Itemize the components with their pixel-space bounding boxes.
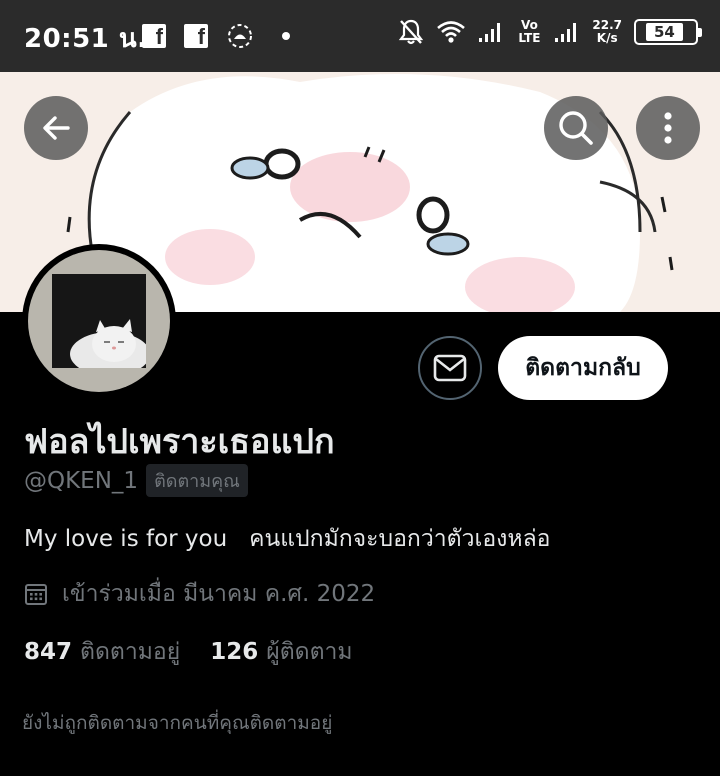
more-options-button[interactable] (636, 96, 700, 160)
app-notification-icon (228, 24, 252, 48)
handle: @QKEN_1 (24, 467, 139, 494)
network-type: Vo LTE (518, 18, 541, 45)
avatar-cat-photo (52, 274, 146, 368)
joined-date-row: เข้าร่วมเมื่อ มีนาคม ค.ศ. 2022 (24, 576, 375, 612)
bio: My love is for you คนแปกมักจะบอกว่าตัวเอ… (24, 526, 551, 552)
followers-label: ผู้ติดตาม (266, 639, 353, 665)
message-button[interactable] (418, 336, 482, 400)
battery-indicator: 54 (634, 19, 702, 45)
status-time: 20:51 น. (24, 24, 148, 54)
joined-date: เข้าร่วมเมื่อ มีนาคม ค.ศ. 2022 (62, 581, 376, 607)
status-bar: 20:51 น. f f Vo LTE 22.7 K/s 54 (0, 0, 720, 72)
follows-you-badge: ติดตามคุณ (146, 464, 248, 497)
signal-icon (479, 23, 501, 42)
facebook-icon: f (142, 24, 166, 49)
notification-icons: f f (142, 22, 290, 50)
followers-you-know-note: ยังไม่ถูกติดตามจากคนที่คุณติดตามอยู่ (22, 712, 333, 734)
back-button[interactable] (24, 96, 88, 160)
mute-notifications-icon (399, 19, 424, 45)
handle-row: @QKEN_1 ติดตามคุณ (24, 464, 248, 497)
facebook-icon: f (184, 24, 208, 49)
battery-level: 54 (646, 23, 683, 41)
followers-count: 126 (210, 639, 259, 665)
follow-back-button[interactable]: ติดตามกลับ (498, 336, 668, 400)
mail-icon (433, 354, 467, 382)
signal-icon (555, 23, 577, 42)
cat-icon (52, 274, 146, 368)
system-icons: Vo LTE 22.7 K/s 54 (398, 18, 702, 46)
search-button[interactable] (544, 96, 608, 160)
avatar[interactable] (22, 244, 176, 398)
followers-link[interactable]: 126 ผู้ติดตาม (210, 634, 352, 670)
search-icon (559, 111, 593, 145)
display-name: ฟอลไปเพราะเธอแปก (24, 422, 335, 462)
more-notifications-dot (282, 32, 290, 40)
more-vertical-icon (664, 112, 672, 144)
avatar-image (28, 250, 170, 392)
following-link[interactable]: 847 ติดตามอยู่ (24, 634, 180, 670)
following-count: 847 (24, 639, 73, 665)
wifi-icon (437, 21, 466, 43)
calendar-icon (25, 584, 47, 605)
network-speed: 22.7 K/s (592, 18, 622, 45)
follow-stats: 847 ติดตามอยู่ 126 ผู้ติดตาม (24, 634, 353, 670)
arrow-left-icon (43, 116, 70, 140)
following-label: ติดตามอยู่ (80, 639, 181, 665)
